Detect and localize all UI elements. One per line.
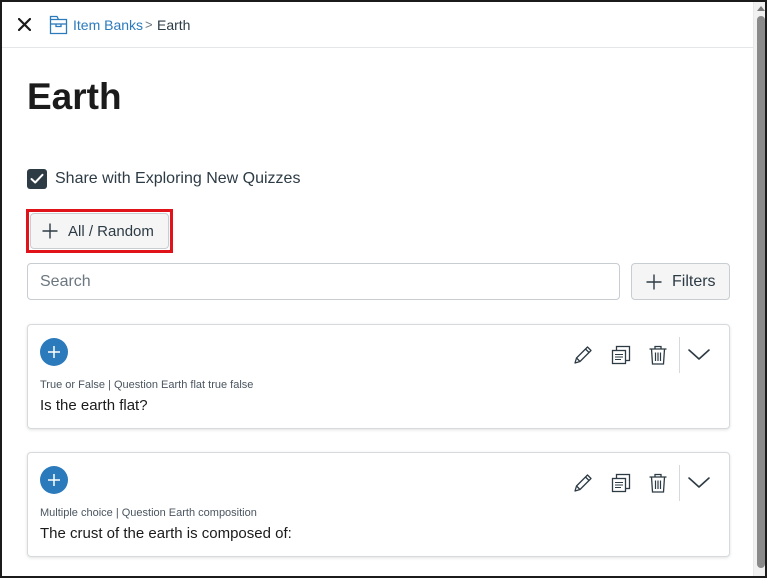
chevron-down-icon [688, 477, 710, 488]
close-icon [17, 17, 31, 31]
plus-icon [48, 474, 60, 486]
share-checkbox[interactable] [27, 169, 47, 189]
copy-question-button[interactable] [609, 471, 633, 495]
trash-icon [649, 345, 667, 365]
item-bank-icon [49, 15, 68, 35]
expand-question-button[interactable] [685, 341, 713, 369]
card-divider [679, 337, 680, 373]
page-title: Earth [27, 76, 122, 117]
card-divider [679, 465, 680, 501]
copy-icon [611, 473, 631, 493]
delete-question-button[interactable] [646, 471, 670, 495]
scroll-thumb[interactable] [757, 16, 765, 568]
scroll-up-arrow-icon[interactable] [757, 6, 765, 11]
add-question-button[interactable] [40, 466, 68, 494]
question-meta: True or False | Question Earth flat true… [40, 379, 254, 391]
pencil-icon [574, 474, 592, 492]
trash-icon [649, 473, 667, 493]
breadcrumb-current: Earth [157, 17, 191, 33]
pencil-icon [574, 346, 592, 364]
delete-question-button[interactable] [646, 343, 670, 367]
plus-icon [42, 223, 58, 239]
question-text: The crust of the earth is composed of: [40, 525, 292, 542]
search-input[interactable] [27, 263, 620, 300]
top-bar: Item Banks > Earth [2, 2, 753, 48]
expand-question-button[interactable] [685, 469, 713, 497]
breadcrumb-item-banks-link[interactable]: Item Banks [73, 16, 143, 34]
question-meta: Multiple choice | Question Earth composi… [40, 507, 257, 519]
add-question-button[interactable] [40, 338, 68, 366]
edit-question-button[interactable] [571, 343, 595, 367]
chevron-down-icon [688, 349, 710, 360]
breadcrumb-separator: > [145, 17, 153, 32]
filters-label: Filters [672, 272, 716, 290]
share-checkbox-row[interactable]: Share with Exploring New Quizzes [27, 168, 300, 190]
checkmark-icon [30, 173, 44, 184]
copy-question-button[interactable] [609, 343, 633, 367]
all-random-button[interactable]: All / Random [30, 213, 169, 249]
app-window: Item Banks > Earth Earth Share with Expl… [0, 0, 767, 578]
plus-icon [48, 346, 60, 358]
plus-icon [646, 274, 662, 289]
close-button[interactable] [14, 14, 34, 34]
vertical-scrollbar[interactable] [753, 2, 765, 576]
copy-icon [611, 345, 631, 365]
filters-button[interactable]: Filters [631, 263, 730, 300]
question-card: True or False | Question Earth flat true… [27, 324, 730, 429]
edit-question-button[interactable] [571, 471, 595, 495]
question-card: Multiple choice | Question Earth composi… [27, 452, 730, 557]
share-checkbox-label: Share with Exploring New Quizzes [55, 170, 301, 187]
all-random-label: All / Random [68, 222, 154, 240]
question-text: Is the earth flat? [40, 397, 148, 414]
